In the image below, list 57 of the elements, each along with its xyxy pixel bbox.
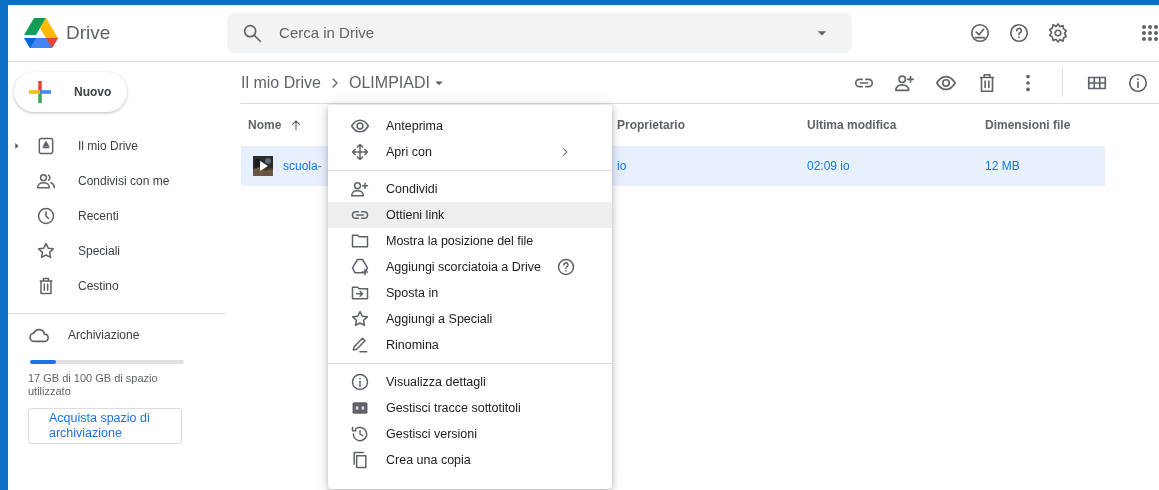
move-icon [350, 142, 370, 162]
plus-icon [26, 78, 54, 106]
column-header[interactable]: Proprietario [617, 118, 685, 132]
move-folder-icon [350, 283, 370, 303]
storage-usage: 17 GB di 100 GB di spazio utilizzato [28, 372, 159, 399]
person-add-icon [350, 179, 370, 199]
check-circle-icon[interactable] [969, 22, 991, 44]
column-header[interactable]: Nome [248, 116, 282, 134]
play-icon [260, 161, 268, 171]
app-name: Drive [66, 20, 111, 45]
breadcrumb-item[interactable]: OLIMPIADI [349, 70, 430, 95]
settings-icon[interactable] [1047, 22, 1069, 44]
sidebar-item[interactable]: Cestino [8, 268, 226, 303]
new-button[interactable]: Nuovo [14, 72, 127, 112]
menu-item[interactable]: Visualizza dettagli [328, 369, 612, 395]
table-cell: 12 MB [985, 159, 1020, 173]
drive-icon [36, 135, 56, 156]
help-icon[interactable] [556, 257, 576, 277]
file-name: scuola- [283, 158, 322, 175]
menu-item[interactable]: Anteprima [328, 113, 612, 139]
menu-item[interactable]: Gestisci tracce sottotitoli [328, 395, 612, 421]
copy-icon [350, 450, 370, 470]
search-bar[interactable]: Cerca in Drive [227, 13, 852, 53]
menu-item[interactable]: Rinomina [328, 332, 612, 358]
folder-icon [350, 231, 370, 251]
menu-item[interactable]: Ottieni link [328, 202, 612, 228]
star-icon [36, 240, 56, 261]
info-icon[interactable] [1127, 71, 1149, 94]
info-icon [350, 372, 370, 392]
help-icon[interactable] [1008, 22, 1030, 44]
history-icon [350, 424, 370, 444]
sidebar-item[interactable]: Condivisi con me [8, 163, 226, 198]
menu-item[interactable]: Crea una copia [328, 447, 612, 473]
column-header[interactable]: Ultima modifica [807, 118, 897, 132]
storage-label: Archiviazione [68, 327, 140, 344]
pencil-icon [350, 335, 370, 355]
menu-item[interactable]: Aggiungi scorciatoia a Drive [328, 254, 612, 280]
sidebar-item[interactable]: Speciali [8, 233, 226, 268]
column-header[interactable]: Dimensioni file [985, 118, 1071, 132]
eye-icon [350, 116, 370, 136]
clock-icon [36, 205, 56, 226]
menu-item[interactable]: Sposta in [328, 280, 612, 306]
buy-storage-button[interactable]: Acquista spazio di archiviazione [28, 408, 182, 445]
search-field[interactable]: Cerca in Drive [277, 20, 798, 46]
star-icon [350, 309, 370, 329]
menu-item[interactable]: Mostra la posizione del file [328, 228, 612, 254]
apps-icon[interactable] [1141, 24, 1159, 42]
breadcrumb-item[interactable]: Il mio Drive [241, 70, 321, 95]
table-cell: io [617, 159, 627, 173]
table-cell: 02:09 io [807, 159, 850, 173]
drive-add-icon [350, 257, 370, 277]
logo-icon [22, 17, 58, 49]
search-icon[interactable] [241, 22, 264, 44]
menu-item[interactable]: Gestisci versioni [328, 421, 612, 447]
sidebar-item[interactable]: Il mio Drive [8, 128, 226, 163]
sidebar-item[interactable]: Recenti [8, 198, 226, 233]
menu-item[interactable]: Aggiungi a Speciali [328, 306, 612, 332]
